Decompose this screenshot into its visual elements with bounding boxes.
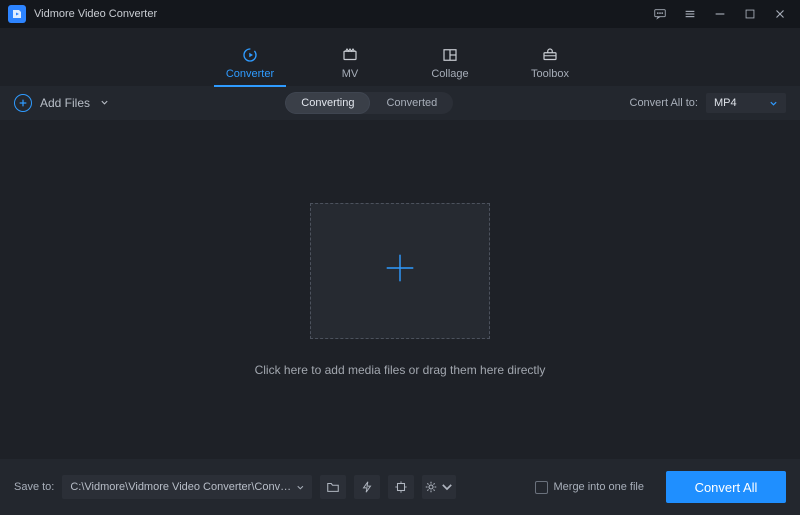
folder-icon — [326, 480, 340, 494]
merge-checkbox[interactable]: Merge into one file — [535, 481, 645, 494]
chevron-down-icon — [440, 480, 454, 494]
settings-dropdown-button[interactable] — [422, 475, 456, 499]
plus-icon — [381, 249, 419, 293]
main-tabs: Converter MV Collage Toolbox — [0, 28, 800, 86]
bottom-bar: Save to: C:\Vidmore\Vidmore Video Conver… — [0, 459, 800, 515]
title-bar: Vidmore Video Converter — [0, 0, 800, 28]
add-files-button[interactable]: Add Files — [14, 94, 109, 112]
open-folder-button[interactable] — [320, 475, 346, 499]
action-bar: Add Files Converting Converted Convert A… — [0, 86, 800, 120]
chevron-down-icon — [769, 99, 778, 108]
tab-label: Collage — [431, 68, 468, 80]
format-select-value: MP4 — [714, 97, 737, 109]
add-media-dropbox[interactable] — [310, 203, 490, 339]
segment-converting[interactable]: Converting — [285, 92, 370, 114]
cpu-icon — [394, 480, 408, 494]
app-title: Vidmore Video Converter — [34, 8, 157, 20]
bolt-icon — [360, 480, 374, 494]
save-path-select[interactable]: C:\Vidmore\Vidmore Video Converter\Conve… — [62, 475, 312, 499]
drop-hint-text: Click here to add media files or drag th… — [255, 363, 546, 377]
tab-label: Toolbox — [531, 68, 569, 80]
tab-label: Converter — [226, 68, 274, 80]
status-segmented: Converting Converted — [285, 92, 453, 114]
merge-label: Merge into one file — [554, 481, 645, 493]
drop-area: Click here to add media files or drag th… — [0, 120, 800, 459]
chevron-down-icon — [296, 483, 305, 492]
converter-icon — [240, 46, 260, 64]
tab-mv[interactable]: MV — [320, 46, 380, 86]
convert-all-button[interactable]: Convert All — [666, 471, 786, 503]
save-path-value: C:\Vidmore\Vidmore Video Converter\Conve… — [70, 481, 295, 493]
format-select[interactable]: MP4 — [706, 93, 786, 113]
checkbox-box — [535, 481, 548, 494]
tab-collage[interactable]: Collage — [420, 46, 480, 86]
tab-label: MV — [342, 68, 359, 80]
tab-toolbox[interactable]: Toolbox — [520, 46, 580, 86]
plus-circle-icon — [14, 94, 32, 112]
high-speed-button[interactable] — [388, 475, 414, 499]
minimize-button[interactable] — [708, 2, 732, 26]
add-files-label: Add Files — [40, 96, 90, 110]
close-button[interactable] — [768, 2, 792, 26]
convert-all-button-label: Convert All — [695, 480, 758, 495]
menu-icon[interactable] — [678, 2, 702, 26]
segment-converted[interactable]: Converted — [370, 92, 453, 114]
maximize-button[interactable] — [738, 2, 762, 26]
tab-converter[interactable]: Converter — [220, 46, 280, 86]
app-logo — [8, 5, 26, 23]
gear-icon — [424, 480, 438, 494]
toolbox-icon — [540, 46, 560, 64]
chevron-down-icon — [100, 96, 109, 110]
convert-all-to-label: Convert All to: — [630, 97, 698, 109]
feedback-icon[interactable] — [648, 2, 672, 26]
save-to-label: Save to: — [14, 481, 54, 493]
hardware-accel-button[interactable] — [354, 475, 380, 499]
collage-icon — [440, 46, 460, 64]
mv-icon — [340, 46, 360, 64]
